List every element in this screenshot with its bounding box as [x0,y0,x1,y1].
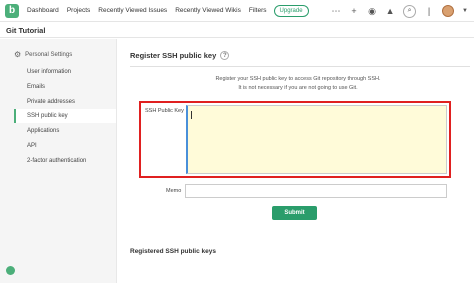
separator-icon: | [427,6,431,16]
submit-button[interactable]: Submit [272,206,317,220]
help-icon[interactable]: ? [220,51,230,60]
sidebar-item-private-addresses[interactable]: Private addresses [14,95,116,109]
page-title: Git Tutorial [6,26,46,35]
nav-projects[interactable]: Projects [63,7,94,14]
project-title-bar: Git Tutorial [0,23,474,38]
divider [130,66,470,67]
sidebar-item-user-information[interactable]: User information [14,65,116,79]
settings-sidebar: ⚙ Personal Settings User information Ema… [0,39,117,283]
nav-recent-issues[interactable]: Recently Viewed Issues [94,7,171,14]
sidebar-heading-label: Personal Settings [25,51,73,58]
sidebar-heading: ⚙ Personal Settings [14,50,72,59]
ssh-key-textarea[interactable] [186,105,447,174]
upgrade-button[interactable]: Upgrade [273,4,309,17]
nav-icons: ⋯ + ◉ ▲ ⌕ | ▼ [331,0,468,22]
memo-label: Memo [166,188,182,194]
top-nav: b Dashboard Projects Recently Viewed Iss… [0,0,474,22]
section-title: Register SSH public key ? [130,51,230,60]
nav-recent-wikis[interactable]: Recently Viewed Wikis [171,7,245,14]
description-line-1: Register your SSH public key to access G… [215,76,381,82]
plus-icon[interactable]: + [349,6,359,16]
sidebar-item-api[interactable]: API [14,139,116,153]
sidebar-item-applications[interactable]: Applications [14,124,116,138]
sidebar-item-ssh-public-key[interactable]: SSH public key [14,109,116,123]
more-icon[interactable]: ⋯ [331,6,341,16]
memo-input[interactable] [185,184,447,198]
search-icon[interactable]: ⌕ [403,4,417,18]
sidebar-item-2fa[interactable]: 2-factor authentication [14,154,116,168]
section-title-label: Register SSH public key [130,51,217,60]
avatar[interactable] [442,5,455,17]
bell-icon[interactable]: ▲ [385,6,395,16]
watch-icon[interactable]: ◉ [367,6,377,16]
registered-keys-title: Registered SSH public keys [130,248,216,255]
main-content: Register SSH public key ? Register your … [118,39,474,283]
gear-icon: ⚙ [14,50,22,59]
text-caret [191,111,192,119]
ssh-key-label: SSH Public Key [145,108,184,114]
nav-filters[interactable]: Filters [245,7,271,14]
backlog-logo[interactable]: b [5,3,19,18]
chevron-down-icon[interactable]: ▼ [462,8,468,14]
sidebar-item-emails[interactable]: Emails [14,80,116,94]
nav-menu: Dashboard Projects Recently Viewed Issue… [23,4,309,17]
description-line-2: It is not necessary if you are not going… [238,85,358,91]
nav-dashboard[interactable]: Dashboard [23,7,63,14]
ssh-key-highlight: SSH Public Key [139,101,451,178]
chat-icon[interactable] [6,266,15,275]
